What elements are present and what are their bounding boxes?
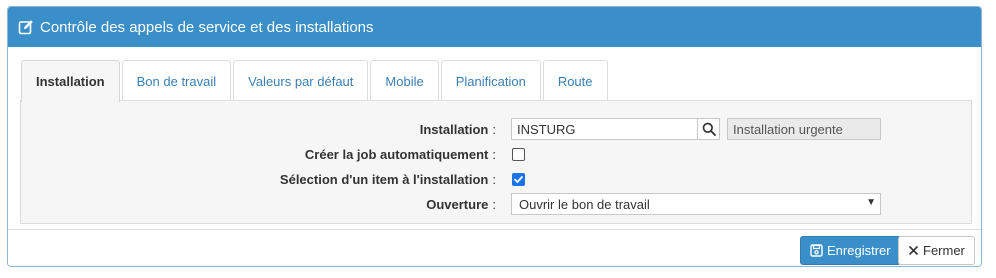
installation-description: Installation urgente	[727, 118, 881, 140]
save-button[interactable]: Enregistrer	[800, 236, 901, 265]
installation-label: Installation:	[419, 121, 496, 137]
tab-installation[interactable]: Installation	[21, 60, 120, 102]
service-control-panel: Contrôle des appels de service et des in…	[7, 6, 982, 267]
tab-mobile[interactable]: Mobile	[370, 60, 439, 101]
panel-footer: Enregistrer Fermer	[8, 229, 981, 266]
select-item-row: Sélection d'un item à l'installation:	[21, 168, 971, 190]
auto-job-checkbox[interactable]	[512, 148, 525, 161]
close-button-label: Fermer	[923, 243, 965, 258]
save-button-label: Enregistrer	[827, 243, 891, 258]
auto-job-row: Créer la job automatiquement:	[21, 143, 971, 165]
search-icon[interactable]	[697, 119, 719, 139]
opening-label: Ouverture:	[426, 196, 496, 212]
dropdown-caret-icon: ▼	[866, 197, 876, 208]
save-icon	[810, 244, 823, 257]
close-icon	[908, 245, 919, 256]
select-item-checkbox[interactable]	[512, 173, 525, 186]
opening-select[interactable]: Ouvrir le bon de travail ▼	[511, 193, 881, 215]
checkmark-icon	[514, 176, 523, 183]
installation-row: Installation: Installation urgente	[21, 118, 971, 140]
edit-icon	[18, 19, 34, 35]
opening-selected-value: Ouvrir le bon de travail	[519, 196, 650, 212]
opening-row: Ouverture: Ouvrir le bon de travail ▼	[21, 193, 971, 215]
panel-title: Contrôle des appels de service et des in…	[40, 18, 374, 36]
tab-valeurs-par-defaut[interactable]: Valeurs par défaut	[233, 60, 369, 101]
tab-content-installation: Installation: Installation urgente Créer…	[20, 100, 972, 224]
select-item-label: Sélection d'un item à l'installation:	[279, 171, 496, 187]
auto-job-label: Créer la job automatiquement:	[304, 146, 496, 162]
panel-header: Contrôle des appels de service et des in…	[8, 7, 981, 47]
tab-bon-de-travail[interactable]: Bon de travail	[121, 60, 232, 101]
installation-input[interactable]	[512, 119, 697, 139]
tab-bar: Installation Bon de travail Valeurs par …	[21, 60, 610, 102]
installation-field	[511, 118, 720, 140]
tab-planification[interactable]: Planification	[440, 60, 541, 101]
close-button[interactable]: Fermer	[898, 236, 975, 265]
tab-route[interactable]: Route	[542, 60, 608, 101]
